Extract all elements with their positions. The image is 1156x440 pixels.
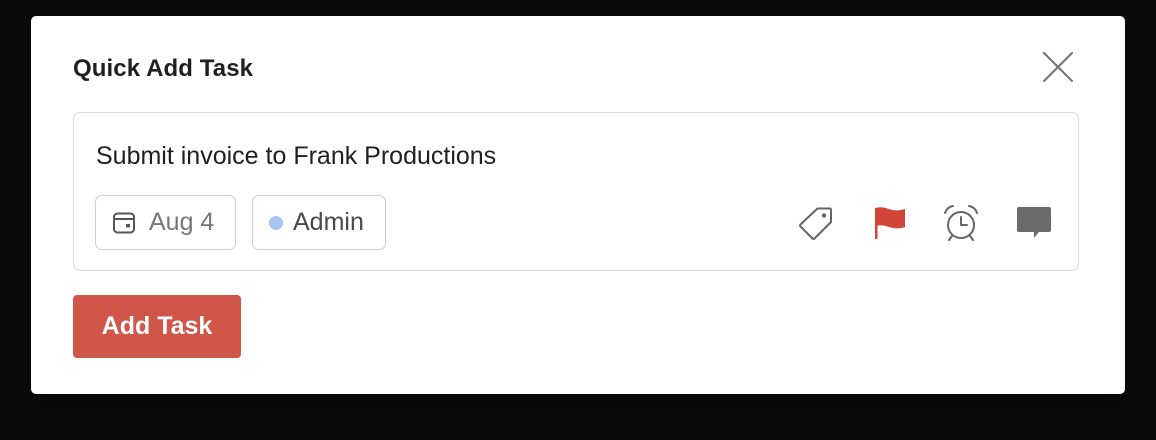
- add-task-button[interactable]: Add Task: [73, 295, 241, 358]
- close-icon: [1042, 51, 1074, 83]
- project-button[interactable]: Admin: [252, 195, 386, 250]
- task-editor: Submit invoice to Frank Productions Aug …: [73, 112, 1079, 271]
- task-name-input[interactable]: Submit invoice to Frank Productions: [96, 140, 496, 172]
- due-date-button[interactable]: Aug 4: [95, 195, 236, 250]
- project-color-dot: [269, 215, 283, 230]
- reminder-button[interactable]: [942, 204, 980, 242]
- calendar-icon: [112, 211, 136, 235]
- dialog-title: Quick Add Task: [73, 55, 254, 82]
- tag-icon: [799, 207, 832, 240]
- close-button[interactable]: [1041, 50, 1075, 84]
- alarm-clock-icon: [944, 205, 978, 241]
- flag-icon: [875, 207, 905, 239]
- quick-add-task-dialog: Quick Add Task Submit invoice to Frank P…: [31, 16, 1125, 394]
- comment-icon: [1017, 207, 1051, 238]
- due-date-label: Aug 4: [149, 208, 215, 236]
- priority-button[interactable]: [871, 204, 909, 242]
- project-label: Admin: [293, 208, 364, 236]
- label-button[interactable]: [797, 204, 835, 242]
- comment-button[interactable]: [1015, 204, 1053, 242]
